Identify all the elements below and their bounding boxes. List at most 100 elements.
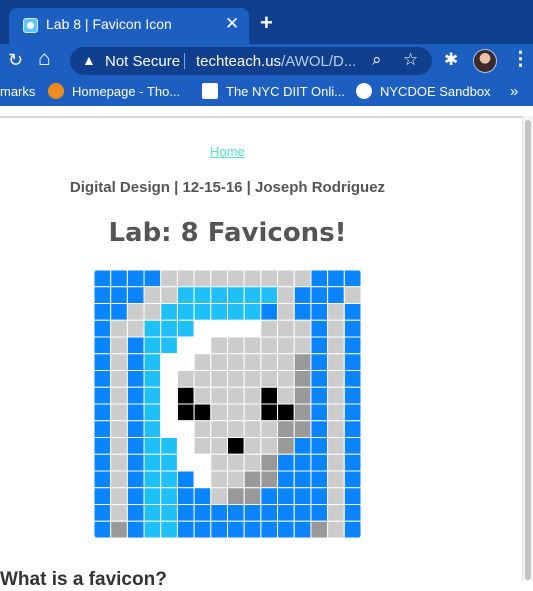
pixel-cell	[260, 420, 279, 438]
pixel-cell	[160, 386, 178, 405]
pixel-cell	[143, 470, 162, 489]
extensions-icon[interactable]: ✱	[444, 50, 458, 70]
bookmark-item-nyc-diit[interactable]: The NYC DIIT Onli...	[226, 84, 345, 99]
pixel-cell	[126, 370, 145, 388]
pixel-cell	[110, 470, 128, 489]
pixel-cell	[210, 504, 228, 522]
pixel-cell	[143, 336, 162, 355]
home-link[interactable]: Home	[210, 144, 245, 159]
pixel-cell	[193, 520, 212, 538]
tab-favicon-icon	[23, 18, 38, 33]
pixel-cell	[310, 470, 329, 489]
pixel-cell	[343, 520, 361, 538]
byline: Digital Design | 12-15-16 | Joseph Rodri…	[69, 179, 386, 196]
pixel-cell	[94, 386, 112, 405]
pixel-cell	[160, 319, 178, 338]
pixel-cell	[277, 386, 295, 405]
tab-active[interactable]: Lab 8 | Favicon Icon ✕	[9, 8, 249, 44]
pixel-cell	[160, 403, 178, 422]
pixel-cell	[176, 437, 195, 455]
bookmark-item-homepage[interactable]: Homepage - Tho...	[72, 84, 180, 99]
pixel-cell	[293, 303, 312, 321]
pixel-cell	[293, 370, 312, 388]
pixel-cell	[110, 437, 128, 455]
pixel-cell	[193, 286, 212, 304]
pixel-cell	[243, 470, 262, 489]
pixel-cell	[143, 353, 162, 371]
pixel-cell	[227, 353, 245, 371]
pixel-cell	[227, 403, 245, 422]
address-bar[interactable]: ▲ Not Secure techteach.us/AWOL/D... ⌕ ☆	[70, 47, 432, 75]
tab-title: Lab 8 | Favicon Icon	[46, 16, 172, 32]
tab-strip: Lab 8 | Favicon Icon ✕ +	[0, 0, 533, 44]
pixel-cell	[327, 520, 345, 538]
pixel-cell	[277, 487, 295, 505]
pixel-cell	[260, 319, 279, 338]
pixel-cell	[227, 319, 245, 338]
pixel-cell	[126, 319, 145, 338]
pixel-cell	[210, 487, 228, 505]
scrollbar[interactable]	[522, 116, 533, 581]
pixel-cell	[94, 470, 112, 489]
pixel-cell	[343, 386, 361, 405]
pixel-cell	[293, 319, 312, 338]
pixel-cell	[143, 303, 162, 321]
tab-close-icon[interactable]: ✕	[225, 14, 239, 34]
pixel-cell	[243, 487, 262, 505]
security-indicator[interactable]: Not Secure	[105, 53, 180, 70]
url-path: /AWOL/D...	[281, 53, 357, 70]
pixel-cell	[126, 437, 145, 455]
pixel-cell	[243, 504, 262, 522]
pixel-cell	[176, 520, 195, 538]
bookmark-item-nycdoe-sandbox[interactable]: NYCDOE Sandbox	[380, 84, 491, 99]
scrollbar-thumb[interactable]	[525, 120, 531, 580]
pixel-cell	[193, 353, 212, 371]
pixel-cell	[327, 319, 345, 338]
bookmarks-overflow-icon[interactable]: »	[510, 83, 518, 100]
pixel-cell	[260, 470, 279, 489]
pixel-cell	[260, 270, 279, 288]
pixel-cell	[227, 386, 245, 405]
pixel-cell	[327, 336, 345, 355]
pixel-cell	[310, 520, 329, 538]
pixel-cell	[277, 437, 295, 455]
pixel-cell	[193, 487, 212, 505]
nyc-diit-icon	[202, 83, 218, 99]
pixel-cell	[210, 303, 228, 321]
pixel-cell	[343, 437, 361, 455]
pixel-cell	[277, 319, 295, 338]
pixel-cell	[310, 504, 329, 522]
pixel-cell	[227, 270, 245, 288]
pixel-cell	[243, 319, 262, 338]
reload-icon[interactable]: ↻	[8, 50, 23, 70]
favicon-pixel-art	[94, 270, 361, 538]
pixel-cell	[193, 336, 212, 355]
pixel-cell	[243, 437, 262, 455]
pixel-cell	[243, 286, 262, 304]
bookmark-item[interactable]: marks	[0, 84, 35, 99]
star-icon[interactable]: ☆	[403, 50, 418, 70]
pixel-cell	[227, 336, 245, 355]
pixel-cell	[160, 420, 178, 438]
pixel-cell	[176, 487, 195, 505]
pixel-cell	[160, 336, 178, 355]
new-tab-button[interactable]: +	[260, 12, 273, 34]
pixel-cell	[243, 370, 262, 388]
url-text[interactable]: techteach.us/AWOL/D...	[196, 53, 356, 70]
pixel-cell	[343, 353, 361, 371]
pixel-cell	[277, 470, 295, 489]
avatar[interactable]	[473, 49, 497, 73]
home-icon[interactable]: ⌂	[38, 48, 51, 69]
pixel-cell	[143, 270, 162, 288]
pixel-cell	[243, 520, 262, 538]
menu-icon[interactable]: ⋮	[511, 50, 530, 70]
pixel-cell	[210, 353, 228, 371]
pixel-cell	[176, 336, 195, 355]
orange-b-icon	[48, 83, 64, 99]
pixel-cell	[160, 270, 178, 288]
omnibox-divider	[184, 53, 185, 69]
bookmarks-bar: marks Homepage - Tho... The NYC DIIT Onl…	[0, 78, 533, 106]
browser-toolbar: ↻ ⌂ ▲ Not Secure techteach.us/AWOL/D... …	[0, 44, 533, 78]
search-icon[interactable]: ⌕	[372, 50, 382, 70]
pixel-cell	[160, 504, 178, 522]
